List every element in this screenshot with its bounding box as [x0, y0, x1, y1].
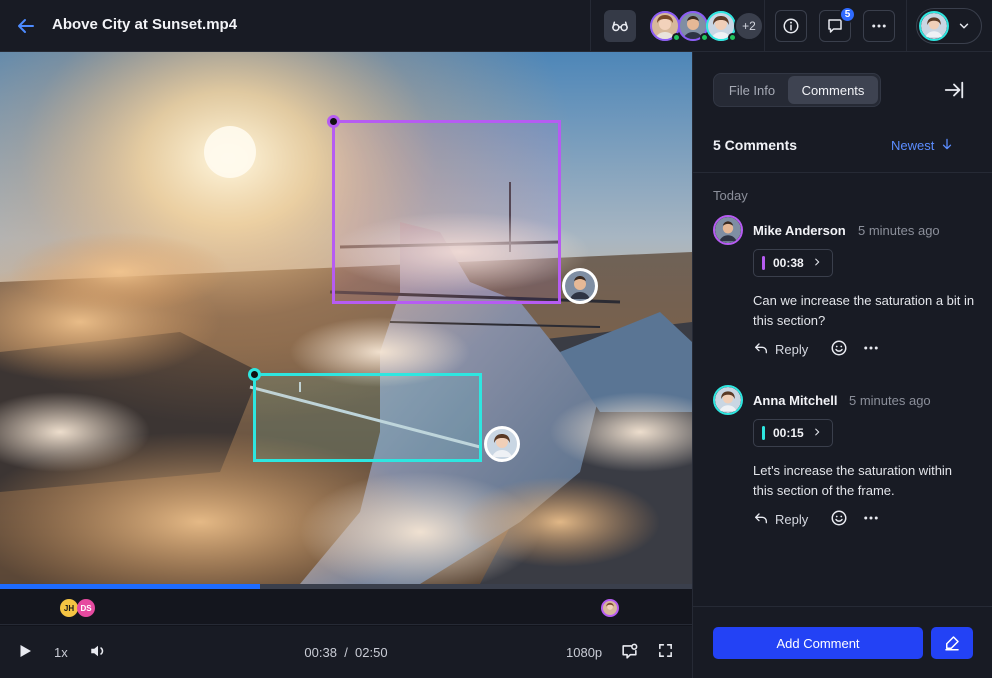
comment-actions: Reply — [753, 339, 880, 360]
info-icon[interactable] — [775, 10, 807, 42]
time-separator: / — [344, 645, 348, 660]
annotation-handle[interactable] — [327, 115, 340, 128]
comment-time: 5 minutes ago — [849, 393, 931, 408]
timeline-marker-avatar[interactable] — [601, 599, 619, 617]
more-icon[interactable] — [862, 509, 880, 530]
chevron-right-icon — [812, 426, 822, 440]
back-arrow-icon[interactable] — [14, 14, 38, 38]
viewer-avatar[interactable] — [678, 11, 709, 42]
file-title: Above City at Sunset.mp4 — [52, 16, 238, 33]
pen-icon — [945, 636, 959, 651]
draw-annotation-button[interactable] — [931, 627, 973, 659]
comment-actions: Reply — [753, 509, 880, 530]
divider — [693, 172, 992, 173]
reply-label: Reply — [775, 342, 809, 357]
timestamp-value: 00:15 — [773, 426, 804, 440]
more-icon[interactable] — [862, 339, 880, 360]
timestamp-color-bar — [762, 256, 765, 270]
glasses-icon[interactable] — [604, 10, 636, 42]
more-viewers-count[interactable]: +2 — [734, 11, 764, 41]
video-frame[interactable] — [0, 52, 692, 584]
comment-overlay-icon[interactable] — [620, 642, 639, 661]
quality-selector[interactable]: 1080p — [566, 645, 602, 660]
top-bar: Above City at Sunset.mp4 +2 5 — [0, 0, 992, 52]
annotation-box-purple[interactable] — [327, 115, 561, 304]
comment-text: Let's increase the saturation within thi… — [753, 463, 953, 498]
avatar — [919, 11, 949, 41]
timeline-marker[interactable]: DS — [77, 599, 95, 617]
panel-footer: Add Comment — [693, 606, 992, 678]
section-today: Today — [713, 188, 748, 203]
more-icon[interactable] — [863, 10, 895, 42]
fullscreen-icon[interactable] — [657, 642, 674, 659]
side-panel: File Info Comments 5 Comments Newest Tod… — [692, 52, 992, 678]
divider — [764, 0, 765, 52]
comments-count: 5 Comments — [713, 137, 798, 153]
comment-author: Mike Anderson — [753, 223, 846, 238]
comment-timestamp[interactable]: 00:15 — [753, 419, 833, 447]
chevron-down-icon — [957, 19, 971, 38]
annotation-box-cyan[interactable] — [248, 368, 482, 462]
player-controls: 1x 00:38 / 02:50 1080p — [0, 626, 692, 678]
current-time: 00:38 — [304, 645, 337, 660]
timeline-marker[interactable]: JH — [60, 599, 78, 617]
collapse-panel-icon[interactable] — [943, 79, 965, 106]
sort-label: Newest — [891, 138, 935, 153]
reply-button[interactable]: Reply — [753, 510, 808, 529]
reply-icon — [753, 340, 769, 359]
user-menu[interactable] — [916, 8, 982, 44]
comment-author: Anna Mitchell — [753, 393, 838, 408]
arrow-down-icon — [940, 137, 954, 154]
divider — [590, 0, 591, 52]
reply-icon — [753, 510, 769, 529]
viewer-avatar[interactable] — [650, 11, 681, 42]
annotation-avatar[interactable] — [484, 426, 520, 462]
sort-selector[interactable]: Newest — [891, 137, 954, 154]
comment-time: 5 minutes ago — [858, 223, 940, 238]
comment-text: Can we increase the saturation a bit in … — [753, 293, 975, 328]
viewer-avatar[interactable] — [706, 11, 737, 42]
comment-count-badge: 5 — [839, 6, 856, 23]
add-comment-button[interactable]: Add Comment — [713, 627, 923, 659]
tab-file-info[interactable]: File Info — [716, 76, 788, 104]
annotation-avatar[interactable] — [562, 268, 598, 304]
reply-label: Reply — [775, 512, 809, 527]
emoji-icon[interactable] — [830, 339, 848, 360]
emoji-icon[interactable] — [830, 509, 848, 530]
timestamp-value: 00:38 — [773, 256, 804, 270]
annotation-handle[interactable] — [248, 368, 261, 381]
divider — [906, 0, 907, 52]
comment-timestamp[interactable]: 00:38 — [753, 249, 833, 277]
reply-button[interactable]: Reply — [753, 340, 808, 359]
timestamp-color-bar — [762, 426, 765, 440]
avatar — [713, 215, 743, 245]
comment-timeline: JH DS — [0, 589, 692, 625]
panel-tabs: File Info Comments — [713, 73, 881, 107]
avatar — [713, 385, 743, 415]
tab-comments[interactable]: Comments — [788, 76, 878, 104]
duration: 02:50 — [355, 645, 388, 660]
chevron-right-icon — [812, 256, 822, 270]
